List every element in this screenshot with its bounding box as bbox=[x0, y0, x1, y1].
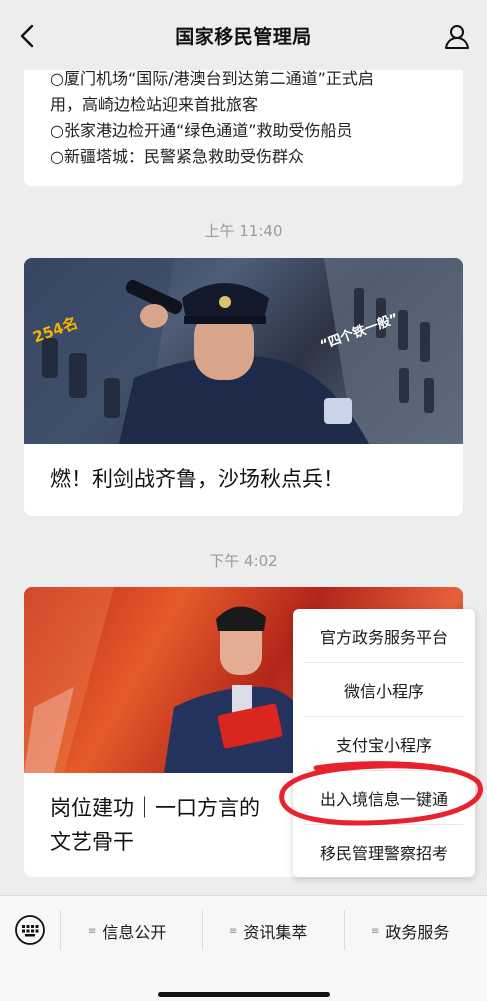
menu-lines-icon: ≡ bbox=[229, 925, 238, 937]
digest-line: ○新疆塔城：民警紧急救助受伤群众 bbox=[50, 147, 304, 166]
article-title: 燃！利剑战齐鲁，沙场秋点兵！ bbox=[50, 467, 344, 491]
menu-item-entry-exit-info[interactable]: 出入境信息一键通 bbox=[305, 771, 463, 825]
header: 国家移民管理局 bbox=[0, 0, 487, 70]
digest-line: 用，高崎边检站迎来首批旅客 bbox=[50, 95, 259, 114]
tab-info-disclosure[interactable]: ≡ 信息公开 bbox=[88, 918, 166, 944]
divider bbox=[202, 910, 203, 950]
menu-lines-icon: ≡ bbox=[371, 925, 380, 937]
bottom-menu-bar: ≡ 信息公开 ≡ 资讯集萃 ≡ 政务服务 bbox=[0, 895, 487, 1001]
digest-line: ○张家港边检开通“绿色通道”救助受伤船员 bbox=[50, 121, 353, 140]
news-card-article[interactable]: 254名 “四个铁一般” 燃！利剑战齐鲁，沙场秋点兵！ bbox=[24, 258, 463, 516]
article-banner-image: 254名 “四个铁一般” bbox=[24, 258, 463, 444]
news-card-digest[interactable]: ○厦门机场“国际/港澳台到达第二通道”正式启 用，高崎边检站迎来首批旅客 ○张家… bbox=[24, 70, 463, 186]
page-title: 国家移民管理局 bbox=[175, 25, 312, 48]
menu-item-police-recruitment[interactable]: 移民管理警察招考 bbox=[305, 825, 463, 878]
digest-lines: ○厦门机场“国际/港澳台到达第二通道”正式启 用，高崎边检站迎来首批旅客 ○张家… bbox=[24, 70, 463, 170]
menu-item-wechat-miniprogram[interactable]: 微信小程序 bbox=[305, 663, 463, 717]
digest-line: ○厦门机场“国际/港澳台到达第二通道”正式启 bbox=[50, 70, 374, 88]
tab-label: 资讯集萃 bbox=[243, 923, 308, 942]
tab-news-collection[interactable]: ≡ 资讯集萃 bbox=[229, 918, 307, 944]
profile-icon[interactable] bbox=[443, 22, 471, 50]
divider bbox=[344, 910, 345, 950]
timestamp: 上午 11:40 bbox=[204, 222, 283, 240]
tab-label: 信息公开 bbox=[102, 923, 167, 942]
timestamp: 下午 4:02 bbox=[209, 552, 278, 570]
menu-item-gov-platform[interactable]: 官方政务服务平台 bbox=[305, 609, 463, 663]
divider bbox=[60, 910, 61, 950]
tab-gov-services[interactable]: ≡ 政务服务 bbox=[371, 918, 449, 944]
menu-item-alipay-miniprogram[interactable]: 支付宝小程序 bbox=[305, 717, 463, 771]
back-icon[interactable] bbox=[14, 22, 42, 50]
home-indicator bbox=[158, 992, 330, 997]
submenu-popup: 官方政务服务平台 微信小程序 支付宝小程序 出入境信息一键通 移民管理警察招考 bbox=[293, 609, 475, 877]
menu-lines-icon: ≡ bbox=[88, 925, 97, 937]
tab-label: 政务服务 bbox=[385, 923, 450, 942]
keyboard-icon[interactable] bbox=[14, 914, 46, 946]
